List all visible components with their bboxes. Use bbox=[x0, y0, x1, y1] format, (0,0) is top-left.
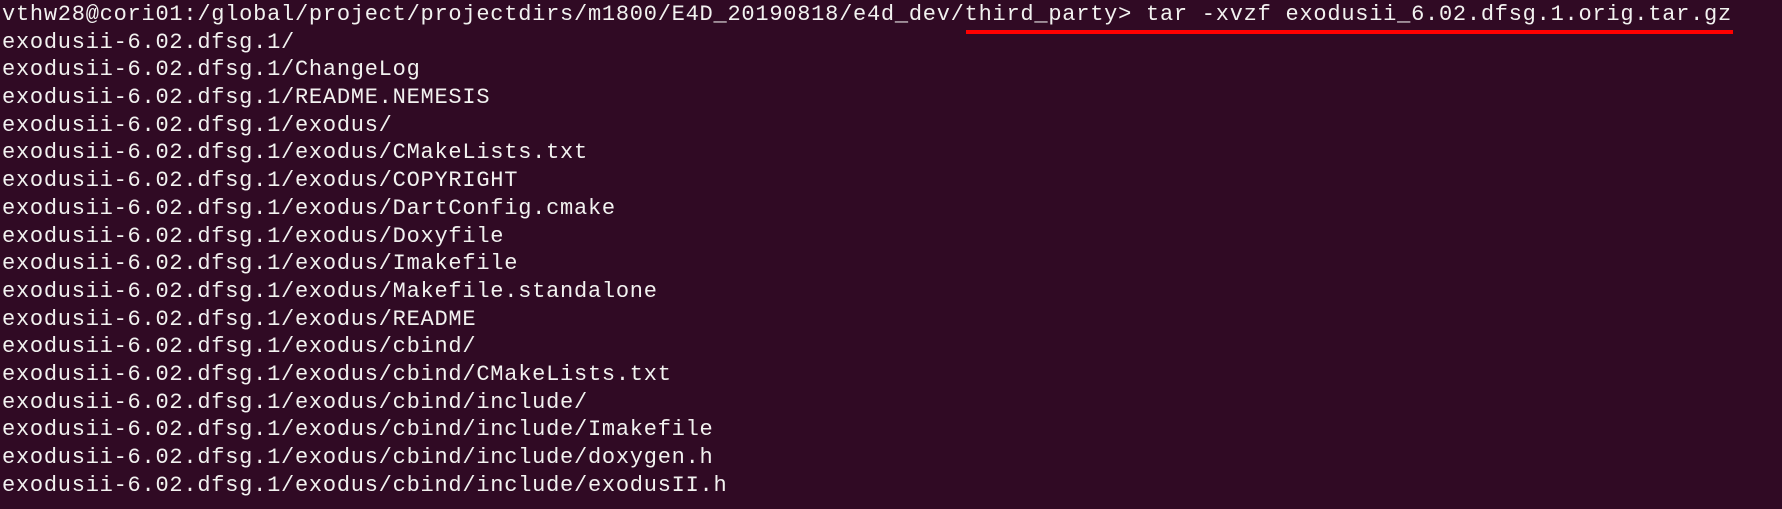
output-line: exodusii-6.02.dfsg.1/exodus/CMakeLists.t… bbox=[2, 140, 588, 166]
output-line: exodusii-6.02.dfsg.1/exodus/cbind/includ… bbox=[2, 445, 714, 470]
output-line: exodusii-6.02.dfsg.1/README.NEMESIS bbox=[2, 85, 491, 111]
terminal-window[interactable]: vthw28@cori01:/global/project/projectdir… bbox=[2, 1, 1780, 499]
output-line: exodusii-6.02.dfsg.1/exodus/cbind/includ… bbox=[2, 389, 588, 415]
red-underline-annotation bbox=[966, 30, 1733, 34]
output-line: exodusii-6.02.dfsg.1/ChangeLog bbox=[2, 57, 421, 83]
command-line: vthw28@cori01:/global/project/projectdir… bbox=[2, 1, 1780, 29]
shell-prompt: vthw28@cori01:/global/project/projectdir… bbox=[2, 2, 1146, 27]
output-line: exodusii-6.02.dfsg.1/exodus/COPYRIGHT bbox=[2, 168, 519, 194]
output-line: exodusii-6.02.dfsg.1/exodus/Makefile.sta… bbox=[2, 278, 658, 304]
output-line: exodusii-6.02.dfsg.1/exodus/Imakefile bbox=[2, 251, 519, 277]
output-line: exodusii-6.02.dfsg.1/exodus/cbind/ bbox=[2, 334, 477, 360]
output-line: exodusii-6.02.dfsg.1/exodus/cbind/includ… bbox=[2, 472, 728, 498]
output-line: exodusii-6.02.dfsg.1/exodus/Doxyfile bbox=[2, 223, 505, 249]
output-line: exodusii-6.02.dfsg.1/exodus/README bbox=[2, 306, 477, 332]
command-text: tar -xvzf exodusii_6.02.dfsg.1.orig.tar.… bbox=[1146, 2, 1732, 27]
output-line: exodusii-6.02.dfsg.1/exodus/DartConfig.c… bbox=[2, 195, 616, 221]
output-line: exodusii-6.02.dfsg.1/exodus/ bbox=[2, 112, 393, 138]
output-line: exodusii-6.02.dfsg.1/exodus/cbind/includ… bbox=[2, 417, 714, 443]
output-line: exodusii-6.02.dfsg.1/exodus/cbind/CMakeL… bbox=[2, 361, 672, 387]
